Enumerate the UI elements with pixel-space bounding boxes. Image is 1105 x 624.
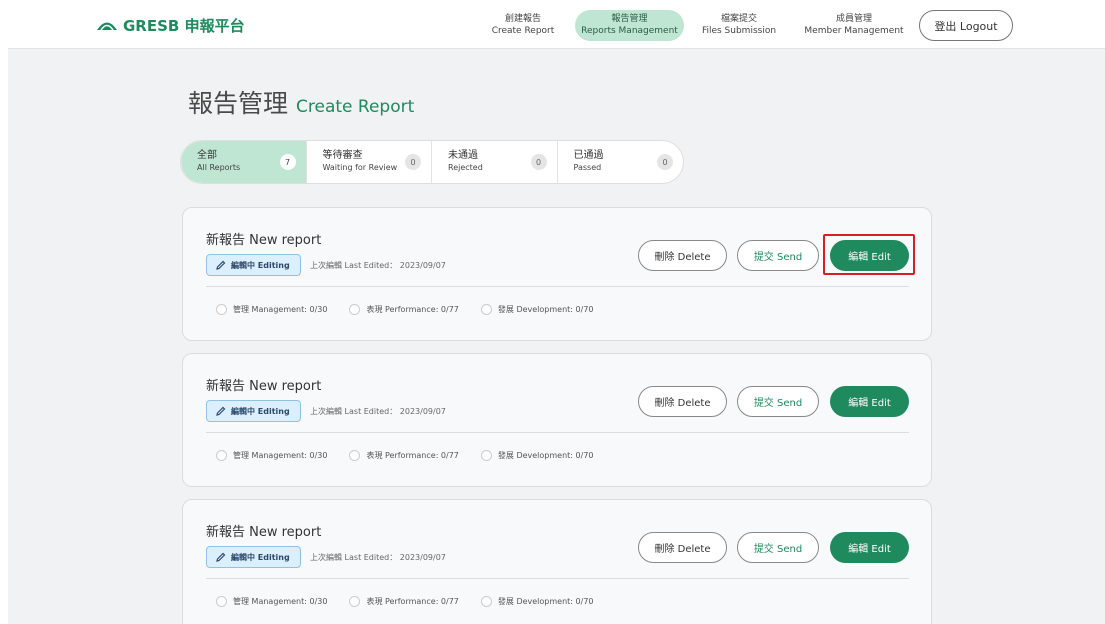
nav-create-report[interactable]: 創建報告 Create Report (486, 10, 560, 41)
pencil-icon (216, 406, 226, 416)
progress-text: 發展 Development: 0/70 (497, 305, 594, 314)
nav-label-zh: 檔案提交 (720, 14, 757, 24)
report-title: 新報告 New report (206, 379, 322, 394)
top-header: GRESB 申報平台 創建報告 Create Report 報告管理 Repor… (8, 0, 1105, 49)
edit-button[interactable]: 編輯 Edit (830, 386, 909, 417)
nav-label-en: Reports Management (581, 26, 678, 36)
status-badge: 編輯中 Editing (206, 546, 301, 568)
logo[interactable]: GRESB 申報平台 (96, 15, 245, 35)
nav-label-zh: 創建報告 (504, 14, 541, 24)
leaf-dome-icon (97, 22, 117, 31)
nav-label-zh: 成員管理 (835, 14, 872, 24)
report-card: 新報告 New report 編輯中 Editing 上次編輯 Last Edi… (182, 499, 932, 624)
page-title: 報告管理 Create Report (188, 84, 414, 120)
app-window: GRESB 申報平台 創建報告 Create Report 報告管理 Repor… (8, 0, 1105, 624)
tab-count-badge: 7 (279, 154, 296, 170)
tab-rejected[interactable]: 未通過 Rejected 0 (432, 141, 558, 183)
circle-icon (480, 304, 492, 315)
progress-management: 管理 Management: 0/30 (216, 304, 327, 315)
divider (206, 578, 909, 579)
last-edited: 上次編輯 Last Edited： 2023/09/07 (310, 261, 446, 270)
tab-count-badge: 0 (657, 154, 673, 170)
progress-row: 管理 Management: 0/30 表現 Performance: 0/77… (216, 450, 594, 461)
progress-text: 表現 Performance: 0/77 (366, 451, 459, 460)
progress-text: 管理 Management: 0/30 (233, 451, 328, 460)
progress-row: 管理 Management: 0/30 表現 Performance: 0/77… (216, 304, 594, 315)
circle-icon (216, 450, 227, 461)
report-title: 新報告 New report (206, 233, 322, 248)
progress-development: 發展 Development: 0/70 (480, 596, 594, 607)
circle-icon (349, 304, 361, 315)
pencil-icon (216, 552, 226, 562)
circle-icon (480, 596, 492, 607)
progress-row: 管理 Management: 0/30 表現 Performance: 0/77… (216, 596, 594, 607)
progress-management: 管理 Management: 0/30 (216, 596, 327, 607)
progress-performance: 表現 Performance: 0/77 (349, 304, 459, 315)
tab-waiting-for-review[interactable]: 等待審查 Waiting for Review 0 (307, 141, 432, 183)
divider (206, 286, 909, 287)
nav-member-management[interactable]: 成員管理 Member Management (804, 10, 904, 41)
last-edited: 上次編輯 Last Edited： 2023/09/07 (310, 553, 446, 562)
status-badge: 編輯中 Editing (206, 254, 301, 276)
nav-label-zh: 報告管理 (611, 14, 648, 24)
divider (206, 432, 909, 433)
progress-development: 發展 Development: 0/70 (480, 450, 594, 461)
nav-label-en: Create Report (491, 26, 555, 36)
status-text: 編輯中 Editing (231, 260, 290, 270)
send-button[interactable]: 提交 Send (737, 386, 819, 417)
delete-button[interactable]: 刪除 Delete (638, 386, 727, 417)
send-button[interactable]: 提交 Send (737, 532, 819, 563)
progress-performance: 表現 Performance: 0/77 (349, 450, 459, 461)
status-badge: 編輯中 Editing (206, 400, 301, 422)
circle-icon (349, 596, 361, 607)
tab-count-badge: 0 (405, 154, 421, 170)
logo-text: GRESB 申報平台 (123, 16, 245, 35)
progress-text: 管理 Management: 0/30 (233, 597, 328, 606)
edit-button[interactable]: 編輯 Edit (830, 240, 909, 271)
status-text: 編輯中 Editing (231, 552, 290, 562)
progress-text: 表現 Performance: 0/77 (366, 597, 459, 606)
report-title: 新報告 New report (206, 525, 322, 540)
circle-icon (216, 304, 227, 315)
page-title-zh: 報告管理 (188, 89, 289, 118)
circle-icon (216, 596, 227, 607)
filter-tabs: 全部 All Reports 7 等待審查 Waiting for Review… (180, 140, 684, 184)
report-card: 新報告 New report 編輯中 Editing 上次編輯 Last Edi… (182, 353, 932, 487)
edit-button[interactable]: 編輯 Edit (830, 532, 909, 563)
tab-count-badge: 0 (530, 154, 547, 170)
delete-button[interactable]: 刪除 Delete (638, 240, 727, 271)
status-text: 編輯中 Editing (231, 406, 290, 416)
delete-button[interactable]: 刪除 Delete (638, 532, 727, 563)
nav-files-submission[interactable]: 檔案提交 Files Submission (697, 10, 781, 41)
pencil-icon (216, 260, 226, 270)
progress-text: 發展 Development: 0/70 (497, 597, 594, 606)
progress-text: 表現 Performance: 0/77 (366, 305, 459, 314)
progress-performance: 表現 Performance: 0/77 (349, 596, 459, 607)
send-button[interactable]: 提交 Send (737, 240, 819, 271)
nav-label-en: Member Management (804, 26, 904, 36)
logout-button[interactable]: 登出 Logout (919, 10, 1013, 41)
circle-icon (480, 450, 492, 461)
progress-management: 管理 Management: 0/30 (216, 450, 327, 461)
last-edited: 上次編輯 Last Edited： 2023/09/07 (310, 407, 446, 416)
tab-passed[interactable]: 已通過 Passed 0 (558, 141, 684, 183)
report-card: 新報告 New report 編輯中 Editing 上次編輯 Last Edi… (182, 207, 932, 341)
page-title-en: Create Report (296, 97, 415, 117)
tab-all-reports[interactable]: 全部 All Reports 7 (181, 141, 307, 183)
progress-development: 發展 Development: 0/70 (480, 304, 594, 315)
progress-text: 發展 Development: 0/70 (497, 451, 594, 460)
circle-icon (349, 450, 361, 461)
progress-text: 管理 Management: 0/30 (233, 305, 328, 314)
nav-reports-management[interactable]: 報告管理 Reports Management (575, 10, 684, 41)
nav-label-en: Files Submission (701, 26, 777, 36)
